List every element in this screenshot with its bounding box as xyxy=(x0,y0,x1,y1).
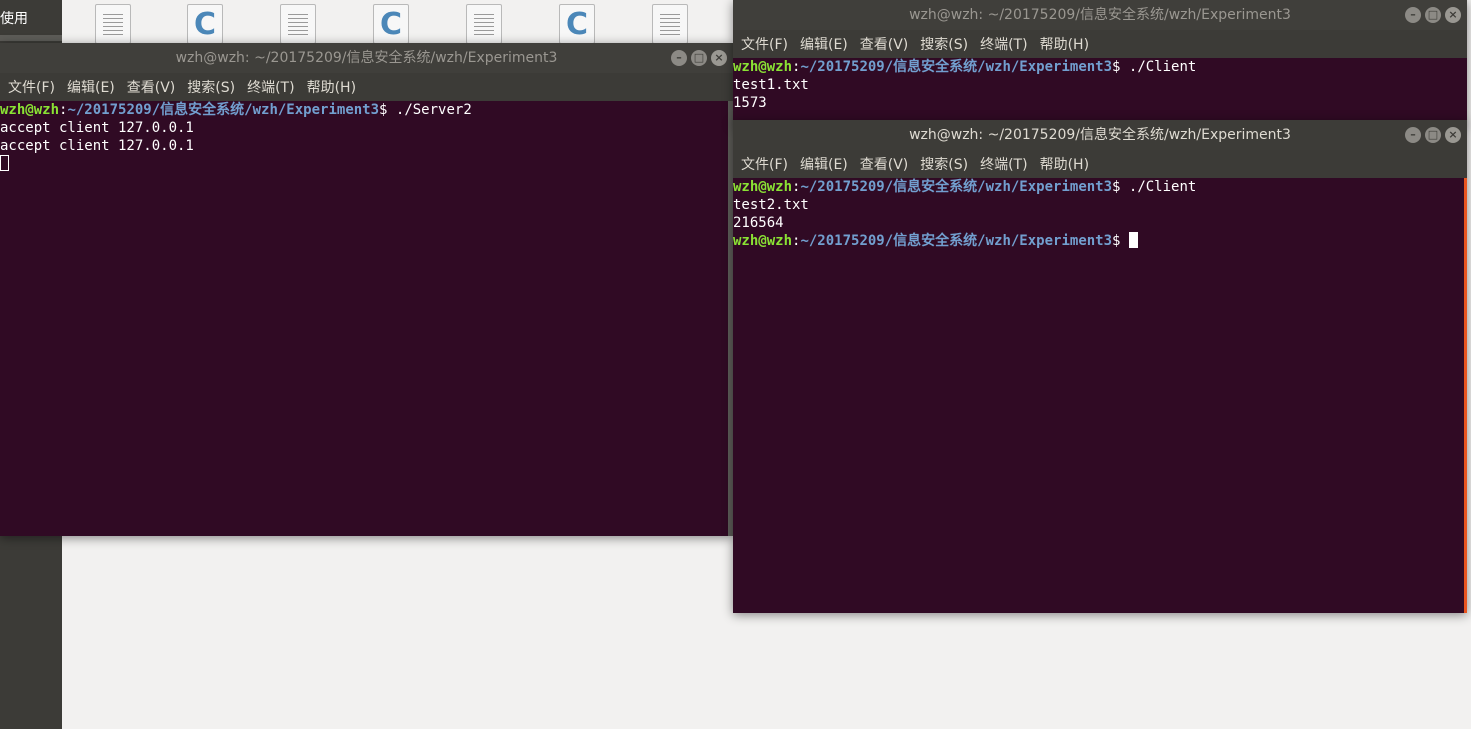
client2-menubar: 文件(F) 编辑(E) 查看(V) 搜索(S) 终端(T) 帮助(H) xyxy=(733,150,1467,178)
sidebar-divider xyxy=(0,35,62,41)
menu-search[interactable]: 搜索(S) xyxy=(918,154,970,174)
menu-file[interactable]: 文件(F) xyxy=(6,77,57,97)
c-source-file-icon[interactable]: C xyxy=(559,4,595,44)
text-file-icon[interactable] xyxy=(95,4,131,44)
menu-view[interactable]: 查看(V) xyxy=(125,77,178,97)
prompt-line: wzh@wzh:~/20175209/信息安全系统/wzh/Experiment… xyxy=(733,59,1197,75)
minimize-icon[interactable]: – xyxy=(1405,7,1421,23)
scrollbar[interactable] xyxy=(1464,178,1467,613)
menu-edit[interactable]: 编辑(E) xyxy=(798,154,850,174)
menu-help[interactable]: 帮助(H) xyxy=(305,77,358,97)
server-terminal-screen[interactable]: wzh@wzh:~/20175209/信息安全系统/wzh/Experiment… xyxy=(0,101,733,536)
server-terminal-window: wzh@wzh: ~/20175209/信息安全系统/wzh/Experimen… xyxy=(0,43,733,536)
output-line: accept client 127.0.0.1 xyxy=(0,120,194,136)
close-icon[interactable]: × xyxy=(1445,127,1461,143)
terminal-cursor xyxy=(1128,232,1138,248)
client1-menubar: 文件(F) 编辑(E) 查看(V) 搜索(S) 终端(T) 帮助(H) xyxy=(733,30,1467,58)
prompt-line: wzh@wzh:~/20175209/信息安全系统/wzh/Experiment… xyxy=(733,232,1467,250)
client1-terminal-titlebar[interactable]: wzh@wzh: ~/20175209/信息安全系统/wzh/Experimen… xyxy=(733,0,1467,30)
output-line: 216564 xyxy=(733,215,784,231)
text-file-icon[interactable] xyxy=(652,4,688,44)
sidebar-label[interactable]: 使用 xyxy=(0,8,28,28)
minimize-icon[interactable]: – xyxy=(1405,127,1421,143)
text-file-icon[interactable] xyxy=(280,4,316,44)
c-source-file-icon[interactable]: C xyxy=(187,4,223,44)
menu-help[interactable]: 帮助(H) xyxy=(1038,154,1091,174)
c-source-file-icon[interactable]: C xyxy=(373,4,409,44)
menu-edit[interactable]: 编辑(E) xyxy=(798,34,850,54)
menu-terminal[interactable]: 终端(T) xyxy=(245,77,296,97)
output-line: test1.txt xyxy=(733,77,809,93)
maximize-icon[interactable]: □ xyxy=(1425,7,1441,23)
menu-search[interactable]: 搜索(S) xyxy=(918,34,970,54)
server-menubar: 文件(F) 编辑(E) 查看(V) 搜索(S) 终端(T) 帮助(H) xyxy=(0,73,733,101)
menu-view[interactable]: 查看(V) xyxy=(858,154,911,174)
maximize-icon[interactable]: □ xyxy=(1425,127,1441,143)
close-icon[interactable]: × xyxy=(711,50,727,66)
window-title: wzh@wzh: ~/20175209/信息安全系统/wzh/Experimen… xyxy=(175,50,558,66)
close-icon[interactable]: × xyxy=(1445,7,1461,23)
output-line: accept client 127.0.0.1 xyxy=(0,138,194,154)
client2-terminal-titlebar[interactable]: wzh@wzh: ~/20175209/信息安全系统/wzh/Experimen… xyxy=(733,120,1467,150)
text-file-icon[interactable] xyxy=(466,4,502,44)
menu-file[interactable]: 文件(F) xyxy=(739,34,790,54)
client1-terminal-window: wzh@wzh: ~/20175209/信息安全系统/wzh/Experimen… xyxy=(733,0,1467,125)
client2-terminal-window: wzh@wzh: ~/20175209/信息安全系统/wzh/Experimen… xyxy=(733,120,1467,613)
menu-edit[interactable]: 编辑(E) xyxy=(65,77,117,97)
output-line: test2.txt xyxy=(733,197,809,213)
client1-terminal-screen[interactable]: wzh@wzh:~/20175209/信息安全系统/wzh/Experiment… xyxy=(733,58,1467,125)
terminal-cursor xyxy=(0,155,9,171)
client2-terminal-screen[interactable]: wzh@wzh:~/20175209/信息安全系统/wzh/Experiment… xyxy=(733,178,1467,613)
window-title: wzh@wzh: ~/20175209/信息安全系统/wzh/Experimen… xyxy=(909,127,1291,143)
maximize-icon[interactable]: □ xyxy=(691,50,707,66)
prompt-line: wzh@wzh:~/20175209/信息安全系统/wzh/Experiment… xyxy=(0,102,472,118)
menu-search[interactable]: 搜索(S) xyxy=(185,77,237,97)
server-terminal-titlebar[interactable]: wzh@wzh: ~/20175209/信息安全系统/wzh/Experimen… xyxy=(0,43,733,73)
menu-file[interactable]: 文件(F) xyxy=(739,154,790,174)
prompt-line: wzh@wzh:~/20175209/信息安全系统/wzh/Experiment… xyxy=(733,179,1197,195)
menu-terminal[interactable]: 终端(T) xyxy=(978,154,1029,174)
menu-help[interactable]: 帮助(H) xyxy=(1038,34,1091,54)
menu-view[interactable]: 查看(V) xyxy=(858,34,911,54)
minimize-icon[interactable]: – xyxy=(671,50,687,66)
output-line: 1573 xyxy=(733,95,767,111)
window-title: wzh@wzh: ~/20175209/信息安全系统/wzh/Experimen… xyxy=(909,7,1291,23)
menu-terminal[interactable]: 终端(T) xyxy=(978,34,1029,54)
